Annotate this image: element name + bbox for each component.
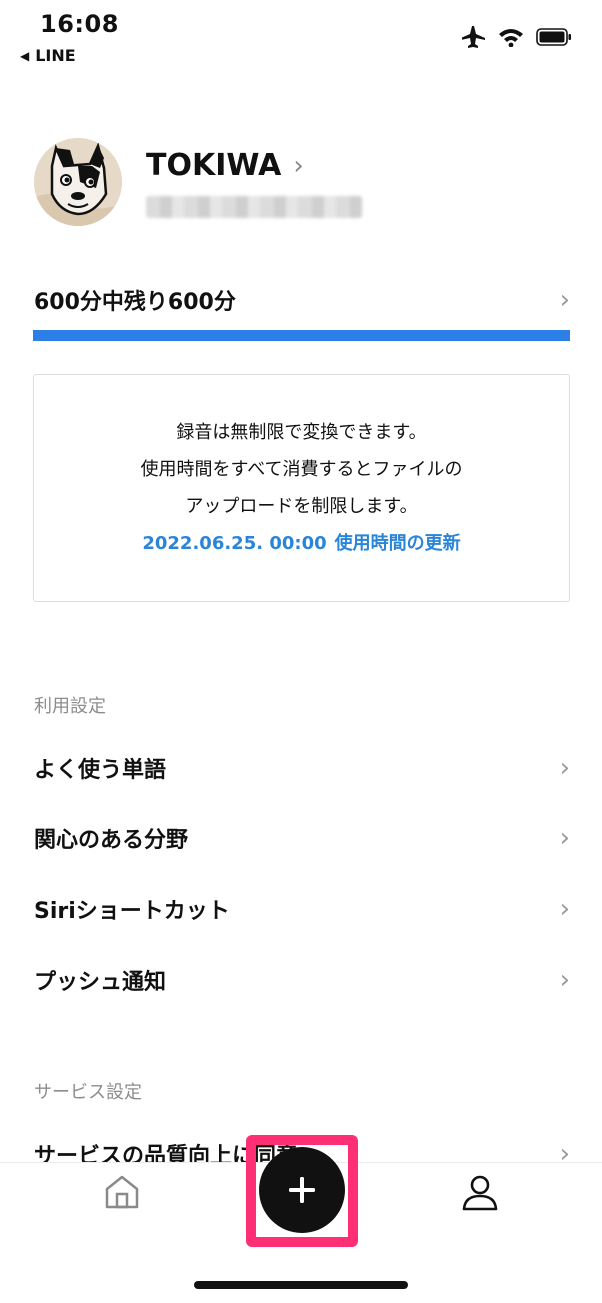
info-line-1: 録音は無制限で変換できます。 <box>176 422 427 443</box>
avatar[interactable] <box>34 138 122 226</box>
chevron-right-icon: › <box>559 285 570 315</box>
usage-settings-header: 利用設定 <box>34 696 106 717</box>
menu-item-label: プッシュ通知 <box>34 970 167 995</box>
menu-item-label: Siriショートカット <box>34 899 230 924</box>
wifi-icon <box>499 29 523 47</box>
menu-item-interest-fields[interactable]: 関心のある分野 › <box>34 818 570 858</box>
back-arrow-icon: ◀ <box>20 48 30 63</box>
chevron-right-icon: › <box>559 894 570 924</box>
status-icons <box>462 26 572 48</box>
service-settings-header: サービス設定 <box>34 1082 142 1103</box>
info-line-3: アップロードを制限します。 <box>185 496 418 517</box>
update-label: 使用時間の更新 <box>334 533 461 554</box>
menu-item-push-notification[interactable]: プッシュ通知 › <box>34 960 570 1000</box>
back-label: LINE <box>35 46 76 65</box>
blurred-account-id <box>146 196 362 218</box>
menu-item-frequent-words[interactable]: よく使う単語 › <box>34 748 570 788</box>
chevron-right-icon: › <box>559 965 570 995</box>
profile-name-link[interactable]: TOKIWA › <box>146 148 304 183</box>
person-icon[interactable] <box>460 1172 500 1212</box>
airplane-icon <box>462 26 485 48</box>
usage-time-row[interactable]: 600分中残り600分 › <box>34 284 570 316</box>
home-icon[interactable] <box>102 1172 142 1212</box>
usage-progress-fill <box>33 330 570 341</box>
usage-info-box: 録音は無制限で変換できます。 使用時間をすべて消費するとファイルの アップロード… <box>33 374 570 602</box>
chevron-right-icon: › <box>559 753 570 783</box>
status-time: 16:08 <box>40 10 119 38</box>
dog-avatar-image <box>34 138 122 226</box>
usage-remaining-text: 600分中残り600分 <box>34 290 236 315</box>
back-to-line-button[interactable]: ◀ LINE <box>20 46 76 65</box>
plus-icon <box>289 1177 315 1203</box>
info-line-2: 使用時間をすべて消費するとファイルの <box>140 459 463 480</box>
chevron-right-icon: › <box>559 823 570 853</box>
usage-progress-bar <box>33 330 570 341</box>
home-indicator <box>194 1281 408 1289</box>
usage-update-info: 2022.06.25. 00:00 使用時間の更新 <box>142 531 460 556</box>
profile-name: TOKIWA <box>146 148 282 183</box>
update-date: 2022.06.25. 00:00 <box>142 533 327 554</box>
add-recording-button[interactable] <box>259 1147 345 1233</box>
chevron-right-icon: › <box>293 150 304 181</box>
menu-item-siri-shortcut[interactable]: Siriショートカット › <box>34 889 570 929</box>
menu-item-label: 関心のある分野 <box>34 828 189 853</box>
battery-icon <box>536 28 571 46</box>
menu-item-label: よく使う単語 <box>34 758 167 783</box>
